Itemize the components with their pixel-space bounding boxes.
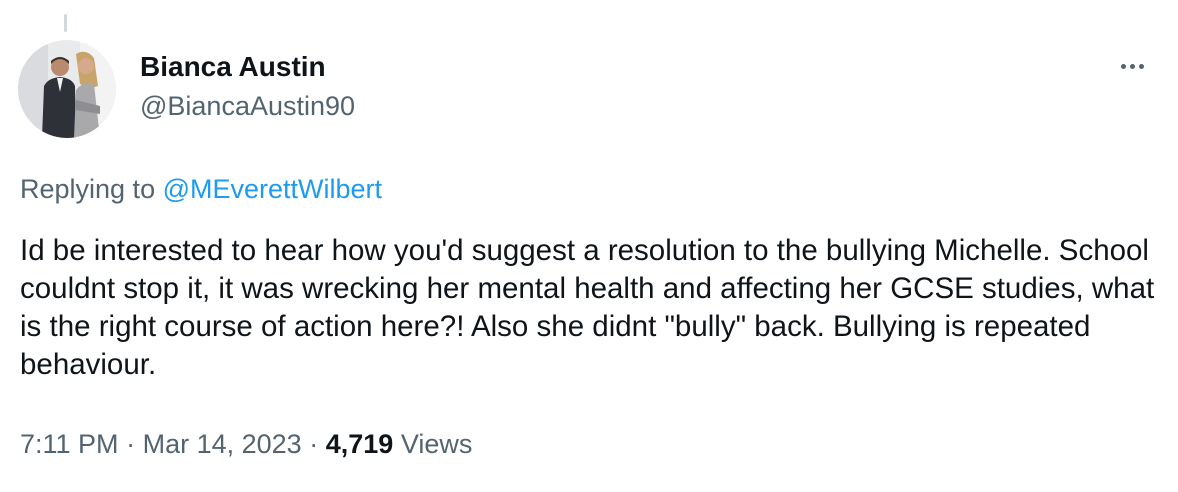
more-horizontal-icon (1120, 63, 1126, 69)
author-handle[interactable]: @BiancaAustin90 (140, 89, 355, 123)
more-horizontal-icon-dot (1129, 63, 1135, 69)
author-display-name[interactable]: Bianca Austin (140, 50, 355, 84)
tweet-text: Id be interested to hear how you'd sugge… (20, 234, 1155, 381)
tweet-time[interactable]: 7:11 PM (20, 429, 119, 459)
tweet-author: Bianca Austin @BiancaAustin90 (140, 50, 355, 123)
tweet-date[interactable]: Mar 14, 2023 (143, 429, 302, 459)
reply-prefix: Replying to (20, 174, 163, 204)
more-options-button[interactable] (1112, 52, 1152, 80)
thread-connector-line (64, 14, 67, 32)
tweet-metadata: 7:11 PM · Mar 14, 2023 · 4,719 Views (20, 427, 472, 461)
views-count: 4,719 (325, 429, 394, 459)
avatar-photo (18, 40, 116, 138)
meta-separator: · (126, 429, 136, 459)
views-label: Views (400, 429, 473, 459)
reply-to-mention-link[interactable]: @MEverettWilbert (163, 174, 382, 204)
avatar[interactable] (18, 40, 116, 138)
reply-context: Replying to @MEverettWilbert (20, 172, 382, 206)
meta-separator: · (309, 429, 319, 459)
more-horizontal-icon-dot (1138, 63, 1144, 69)
